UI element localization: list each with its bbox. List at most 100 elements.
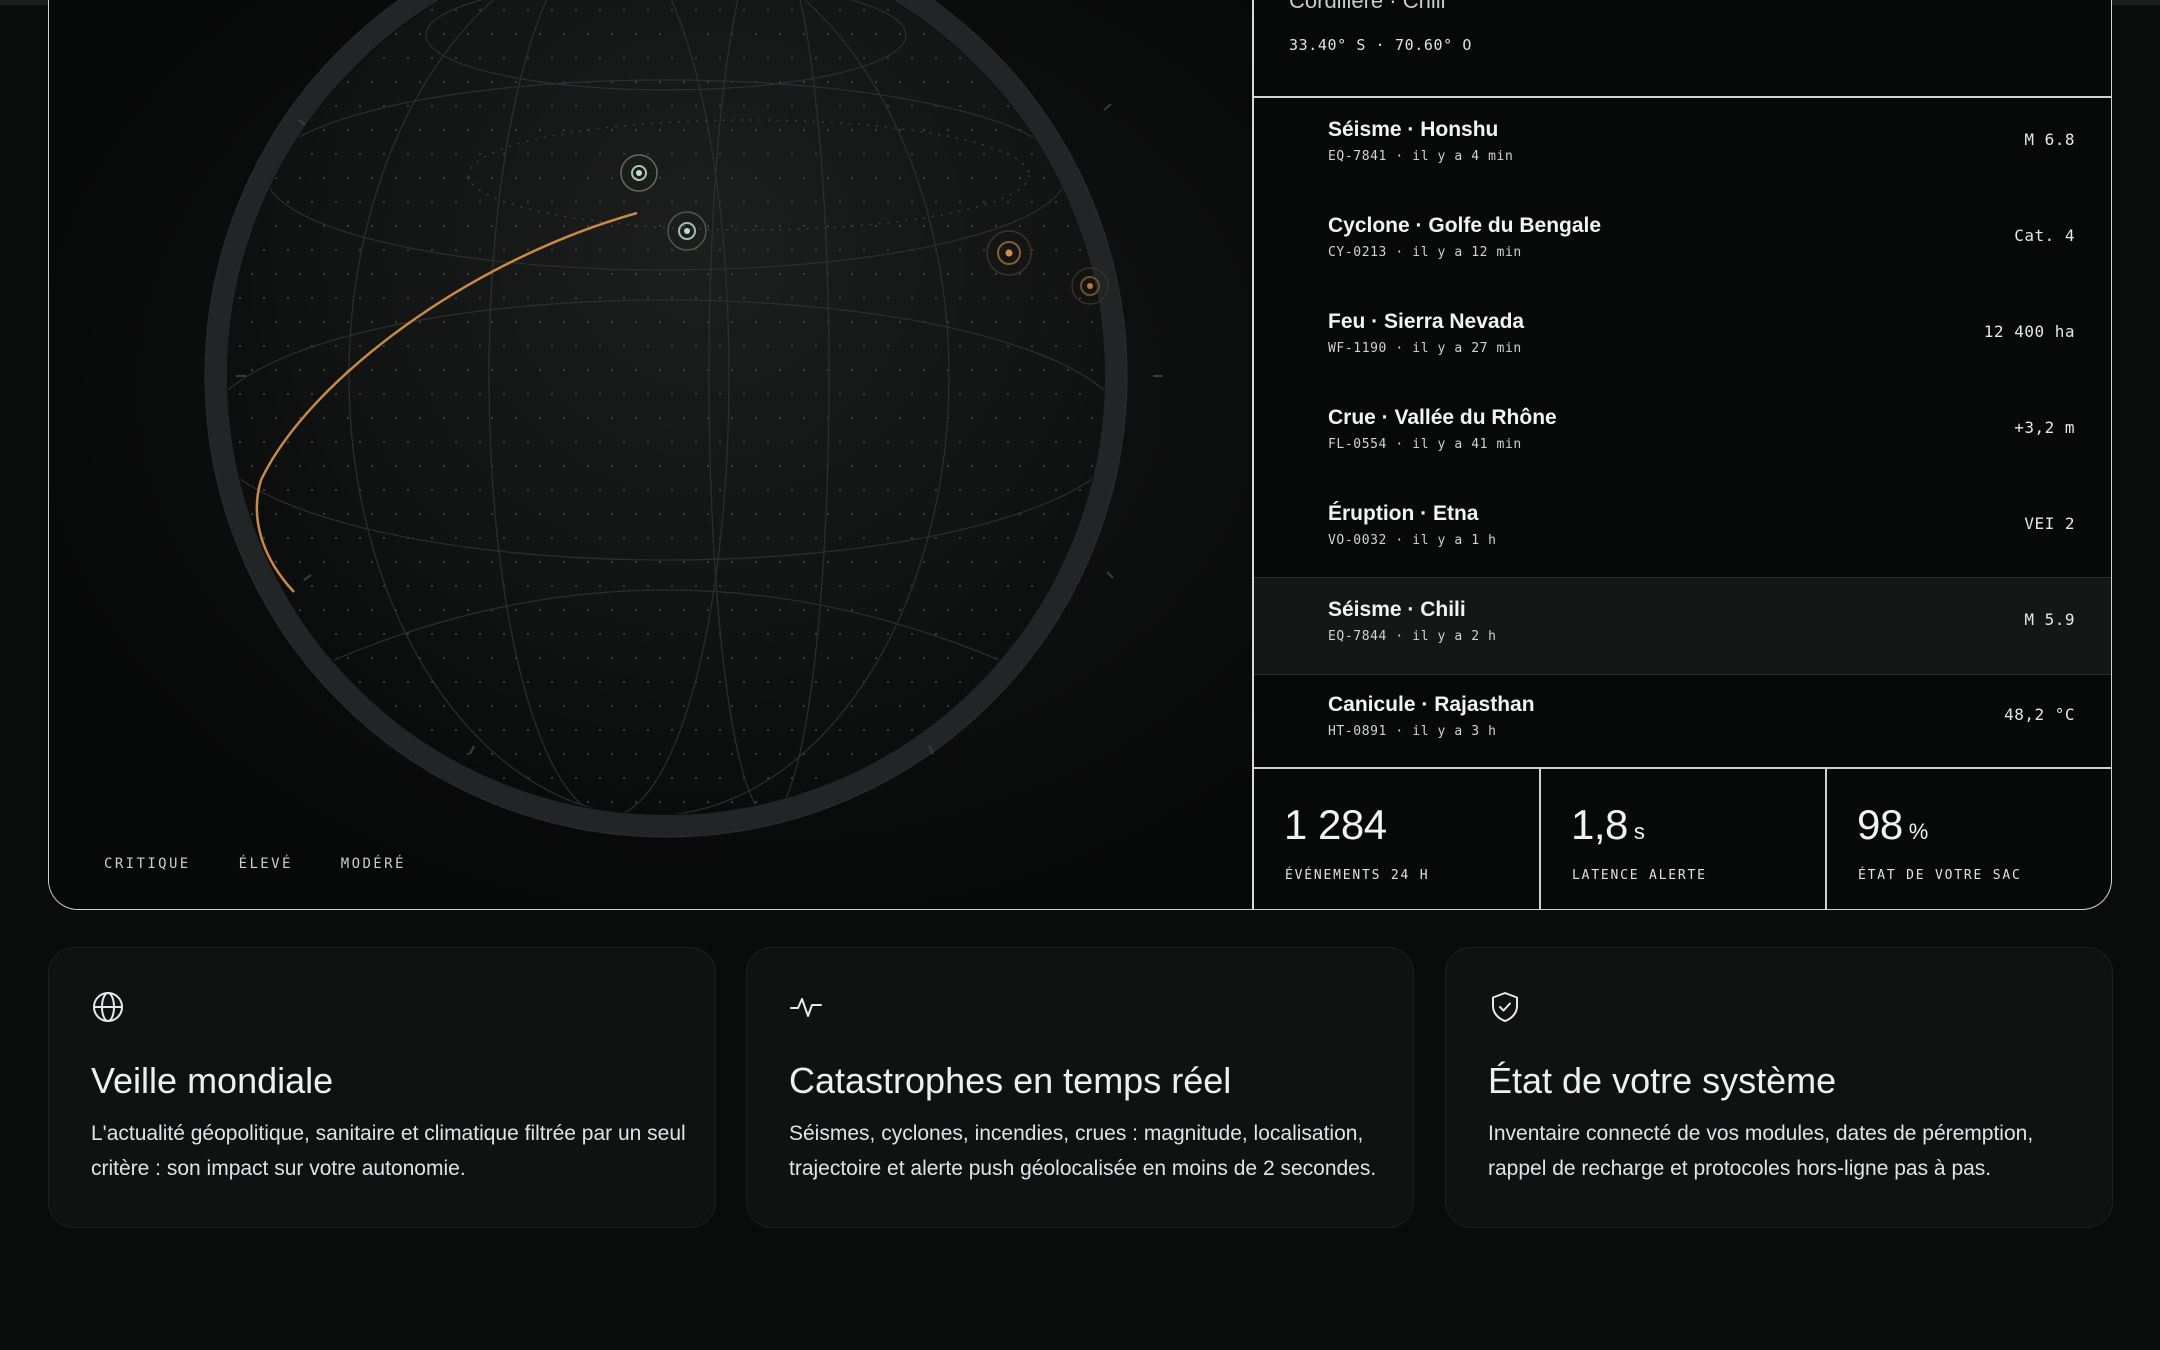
feature-card-systeme[interactable]: État de votre système Inventaire connect…: [1445, 947, 2113, 1228]
globe-dot: [862, 488, 866, 492]
globe-dot: [754, 608, 758, 612]
globe-dot: [466, 368, 470, 372]
globe-dot: [238, 440, 242, 444]
globe-dot: [838, 152, 842, 156]
globe-dot: [670, 632, 674, 636]
globe-dot: [394, 464, 398, 468]
feature-card-catastrophes[interactable]: Catastrophes en temps réel Séismes, cycl…: [746, 947, 1414, 1228]
globe-dot: [778, 272, 782, 276]
globe-dot: [658, 416, 662, 420]
card-title: État de votre système: [1488, 1060, 1837, 1101]
card-title: Catastrophes en temps réel: [789, 1060, 1232, 1101]
globe-dot: [478, 536, 482, 540]
globe-dot: [514, 416, 518, 420]
globe-dot: [874, 560, 878, 564]
event-row[interactable]: Séisme · Honshu EQ-7841 · il y a 4 min M…: [1254, 98, 2111, 194]
globe-dot: [682, 608, 686, 612]
globe-dot: [478, 344, 482, 348]
event-row[interactable]: Cyclone · Golfe du Bengale CY-0213 · il …: [1254, 194, 2111, 290]
event-meta: EQ-7844 · il y a 2 h: [1328, 629, 1497, 644]
globe-dot: [454, 392, 458, 396]
globe-dot: [850, 32, 854, 36]
globe-dot: [454, 584, 458, 588]
globe-dot: [946, 464, 950, 468]
globe-dot: [394, 32, 398, 36]
event-row[interactable]: Canicule · Rajasthan HT-0891 · il y a 3 …: [1254, 673, 2111, 769]
globe-dot: [478, 680, 482, 684]
legend-modere[interactable]: MODÉRÉ: [341, 856, 406, 872]
globe-dot: [718, 776, 722, 780]
event-row[interactable]: Crue · Vallée du Rhône FL-0554 · il y a …: [1254, 386, 2111, 482]
globe-dot: [838, 488, 842, 492]
globe-dot: [454, 632, 458, 636]
globe-dot: [502, 248, 506, 252]
globe-dot: [382, 488, 386, 492]
globe-dot: [634, 32, 638, 36]
globe-dot: [826, 32, 830, 36]
globe-dot: [922, 656, 926, 660]
globe-dot: [334, 296, 338, 300]
globe-dot: [346, 512, 350, 516]
globe-dot: [742, 584, 746, 588]
location-header: Cordillère · Chili 33.40° S · 70.60° O: [1254, 0, 2111, 96]
globe-dot: [886, 104, 890, 108]
globe-dot: [730, 320, 734, 324]
globe-dot: [862, 728, 866, 732]
globe-dot: [622, 680, 626, 684]
globe-dot: [862, 296, 866, 300]
globe-dot: [346, 128, 350, 132]
globe-dot: [562, 320, 566, 324]
globe-dot: [358, 296, 362, 300]
globe-dot: [1030, 584, 1034, 588]
globe-dot: [646, 104, 650, 108]
globe-view[interactable]: CRITIQUE ÉLEVÉ MODÉRÉ: [49, 0, 1252, 909]
globe-dot: [718, 104, 722, 108]
globe-dot: [418, 128, 422, 132]
globe-dot: [1042, 560, 1046, 564]
globe-dot: [598, 440, 602, 444]
globe-dot: [970, 464, 974, 468]
legend-eleve[interactable]: ÉLEVÉ: [239, 856, 293, 872]
globe-dot: [958, 152, 962, 156]
card-text: Inventaire connecté de vos modules, date…: [1488, 1122, 2034, 1180]
globe-dot: [370, 320, 374, 324]
globe-dot: [286, 200, 290, 204]
globe-svg[interactable]: [49, 0, 1252, 909]
globe-dot: [478, 152, 482, 156]
event-row-selected[interactable]: Séisme · Chili EQ-7844 · il y a 2 h M 5.…: [1254, 577, 2111, 675]
globe-dot: [670, 56, 674, 60]
event-row[interactable]: Éruption · Etna VO-0032 · il y a 1 h VEI…: [1254, 482, 2111, 578]
event-row[interactable]: Feu · Sierra Nevada WF-1190 · il y a 27 …: [1254, 290, 2111, 386]
globe-dot: [826, 128, 830, 132]
globe-dot: [346, 320, 350, 324]
globe-dot: [406, 680, 410, 684]
globe-dot: [874, 416, 878, 420]
globe-dot: [538, 320, 542, 324]
globe-dot: [910, 200, 914, 204]
globe-dot: [778, 320, 782, 324]
globe-dot: [730, 512, 734, 516]
globe-dot: [766, 392, 770, 396]
event-meta: HT-0891 · il y a 3 h: [1328, 724, 1497, 739]
globe-dot: [946, 512, 950, 516]
stat-label: ÉTAT DE VOTRE SAC: [1858, 868, 2022, 883]
globe-dot: [574, 296, 578, 300]
globe-dot: [886, 728, 890, 732]
globe-dot: [766, 536, 770, 540]
globe-dot: [538, 128, 542, 132]
globe-dot: [682, 512, 686, 516]
globe-dot: [286, 296, 290, 300]
globe-dot: [682, 656, 686, 660]
feature-card-veille[interactable]: Veille mondiale L'actualité géopolitique…: [48, 947, 716, 1228]
event-value: 12 400 ha: [1983, 322, 2075, 341]
globe-dot: [766, 680, 770, 684]
globe-dot: [598, 200, 602, 204]
globe-dot: [958, 680, 962, 684]
globe-dot: [430, 344, 434, 348]
globe-dot: [370, 368, 374, 372]
globe-dot: [922, 560, 926, 564]
event-value: VEI 2: [2024, 514, 2075, 533]
globe-dot: [922, 80, 926, 84]
legend-critique[interactable]: CRITIQUE: [104, 856, 191, 872]
globe-dot: [874, 176, 878, 180]
